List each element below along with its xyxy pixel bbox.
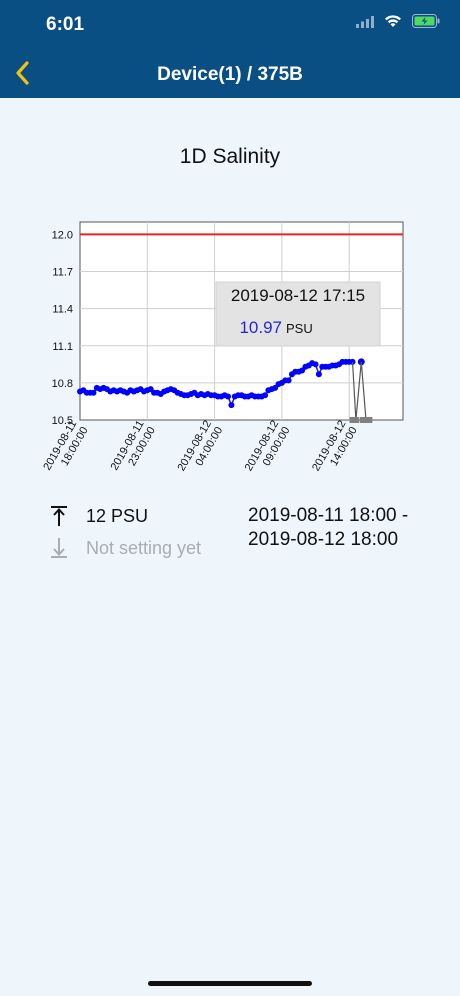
lower-limit-label: Not setting yet bbox=[86, 537, 202, 558]
upper-limit-label: 12 PSU bbox=[86, 505, 149, 526]
data-point bbox=[315, 371, 322, 378]
data-point bbox=[312, 361, 319, 368]
x-tick-label: 2019-08-1118:00:00 bbox=[41, 419, 90, 473]
signal-icon bbox=[356, 15, 374, 33]
y-tick-label: 11.1 bbox=[52, 341, 73, 353]
app-header: 6:01 Device(1) / 375B bbox=[0, 0, 460, 98]
status-icons bbox=[356, 14, 440, 33]
data-point bbox=[225, 393, 232, 400]
status-time: 6:01 bbox=[46, 14, 85, 35]
tooltip-unit: PSU bbox=[286, 321, 313, 336]
y-tick-label: 11.4 bbox=[52, 304, 73, 316]
y-tick-label: 11.7 bbox=[52, 267, 73, 279]
data-tooltip: 2019-08-12 17:15 10.97 PSU bbox=[215, 281, 381, 347]
nav-title: Device(1) / 375B bbox=[157, 64, 303, 85]
no-data-marker bbox=[352, 417, 359, 423]
x-tick-label: 2019-08-1209:00:00 bbox=[243, 419, 293, 474]
date-range: 2019-08-11 18:00 - 2019-08-12 18:00 bbox=[248, 504, 408, 552]
battery-charging-icon bbox=[412, 14, 440, 33]
data-point bbox=[228, 402, 235, 409]
date-range-end: 2019-08-12 18:00 bbox=[248, 529, 399, 550]
data-point bbox=[262, 392, 269, 399]
y-axis-ticks: 12.011.711.411.110.810.5 bbox=[52, 229, 73, 427]
salinity-chart[interactable]: 12.011.711.411.110.810.5 2019-08-1118:00… bbox=[0, 200, 460, 500]
x-axis-ticks: 2019-08-1118:00:00 2019-08-1123:00:00 2019… bbox=[41, 419, 360, 474]
x-tick-label: 2019-08-1204:00:00 bbox=[175, 419, 225, 474]
lower-limit-icon bbox=[51, 538, 67, 558]
home-indicator[interactable] bbox=[148, 981, 312, 986]
x-tick-label: 2019-08-1123:00:00 bbox=[109, 419, 158, 473]
chart-title: 1D Salinity bbox=[179, 145, 281, 168]
tooltip-timestamp: 2019-08-12 17:15 bbox=[231, 286, 365, 305]
upper-limit-row: 12 PSU bbox=[48, 504, 148, 528]
no-data-marker bbox=[366, 417, 373, 423]
data-point bbox=[285, 377, 292, 384]
lower-limit-row: Not setting yet bbox=[48, 536, 201, 560]
upper-limit-icon bbox=[51, 506, 67, 526]
x-tick-label: 2019-08-1214:00:00 bbox=[310, 419, 360, 474]
y-tick-label: 12.0 bbox=[52, 229, 73, 241]
tooltip-value: 10.97 bbox=[239, 318, 282, 337]
data-point bbox=[90, 389, 97, 396]
date-range-start: 2019-08-11 18:00 - bbox=[248, 505, 409, 526]
y-tick-label: 10.8 bbox=[52, 378, 73, 390]
wifi-icon bbox=[384, 14, 402, 33]
